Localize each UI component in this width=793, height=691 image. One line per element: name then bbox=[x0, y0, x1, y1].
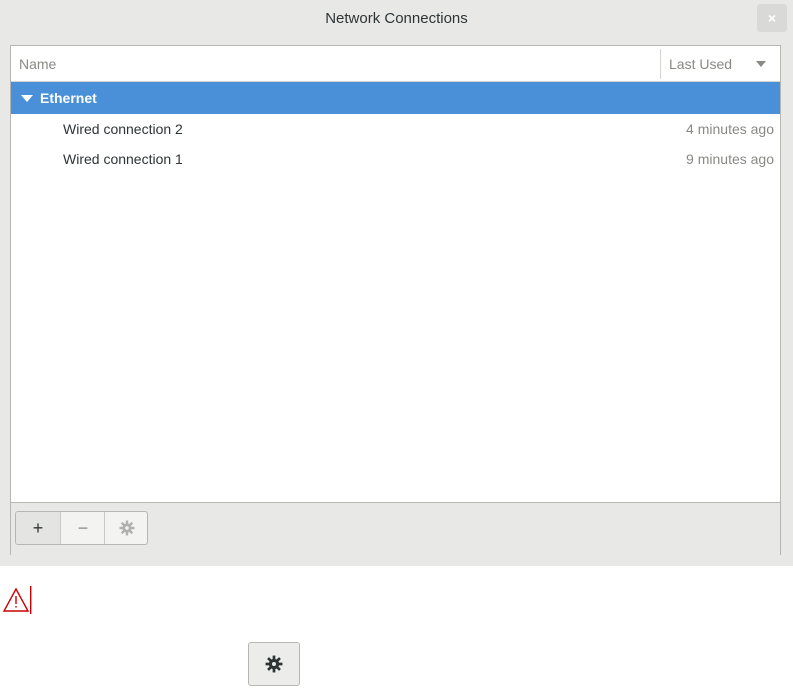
add-connection-button[interactable]: + bbox=[16, 512, 60, 544]
sort-descending-icon[interactable] bbox=[756, 61, 766, 67]
list-toolbar: + − bbox=[11, 502, 780, 555]
gear-icon bbox=[119, 520, 135, 536]
expander-arrow-icon[interactable] bbox=[21, 95, 33, 102]
warning-triangle-icon bbox=[2, 586, 32, 614]
column-header-last-used[interactable]: Last Used bbox=[669, 56, 732, 72]
connection-row[interactable]: Wired connection 2 4 minutes ago bbox=[11, 115, 780, 145]
connection-name: Wired connection 2 bbox=[63, 121, 183, 137]
edit-connection-button[interactable] bbox=[104, 512, 147, 544]
network-connections-window: Network Connections × Name Last Used Eth… bbox=[0, 0, 793, 566]
settings-button[interactable] bbox=[248, 642, 300, 686]
window-title: Network Connections bbox=[325, 10, 468, 27]
column-separator bbox=[660, 49, 661, 79]
close-button[interactable]: × bbox=[757, 4, 787, 32]
group-row-ethernet[interactable]: Ethernet bbox=[11, 82, 780, 114]
connection-last-used: 9 minutes ago bbox=[686, 151, 774, 167]
column-header-name[interactable]: Name bbox=[19, 56, 56, 72]
toolbar-button-group: + − bbox=[15, 511, 148, 545]
column-header: Name Last Used bbox=[11, 46, 780, 82]
connections-list: Name Last Used Ethernet Wired connection… bbox=[10, 45, 781, 555]
connection-last-used: 4 minutes ago bbox=[686, 121, 774, 137]
gear-icon bbox=[265, 655, 283, 673]
remove-connection-button[interactable]: − bbox=[60, 512, 105, 544]
group-label: Ethernet bbox=[40, 90, 97, 106]
titlebar[interactable]: Network Connections × bbox=[0, 0, 793, 38]
connection-name: Wired connection 1 bbox=[63, 151, 183, 167]
connection-row[interactable]: Wired connection 1 9 minutes ago bbox=[11, 145, 780, 175]
